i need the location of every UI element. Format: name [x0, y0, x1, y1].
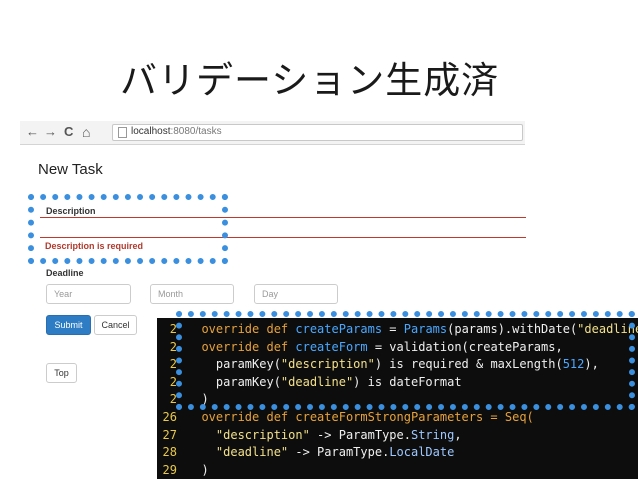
forward-arrow-icon[interactable]: →: [44, 124, 57, 140]
line-number: 29: [162, 462, 177, 477]
code-token: "deadline": [215, 445, 289, 460]
code-token: ): [187, 462, 209, 477]
url-text: localhost:8080/tasks: [131, 126, 222, 137]
year-input[interactable]: Year: [46, 284, 131, 304]
code-highlight-frame: [176, 311, 635, 410]
month-input[interactable]: Month: [150, 284, 234, 304]
page-title: New Task: [38, 161, 103, 178]
code-token: "description": [215, 427, 310, 442]
cancel-button[interactable]: Cancel: [94, 315, 137, 335]
code-line: 29 ): [157, 461, 209, 479]
code-token: override def createFormStrongParameters …: [187, 410, 534, 424]
day-input[interactable]: Day: [254, 284, 338, 304]
home-icon[interactable]: ⌂: [82, 124, 90, 140]
browser-toolbar: ← → C ⌂ localhost:8080/tasks: [20, 121, 525, 145]
address-bar[interactable]: localhost:8080/tasks: [112, 124, 523, 141]
slide-title: バリデーション生成済: [120, 59, 500, 102]
code-token: -> ParamType.: [288, 445, 390, 460]
top-button[interactable]: Top: [46, 363, 77, 383]
submit-button[interactable]: Submit: [46, 315, 91, 335]
back-arrow-icon[interactable]: ←: [26, 124, 39, 140]
code-token: LocalDate: [389, 445, 455, 460]
reload-icon[interactable]: C: [64, 124, 73, 140]
code-token: ,: [454, 427, 462, 442]
code-token: -> ParamType.: [309, 427, 411, 442]
deadline-label: Deadline: [46, 268, 84, 278]
form-highlight-frame: [28, 194, 228, 264]
code-token: String: [410, 427, 455, 442]
page-icon: [118, 127, 127, 138]
